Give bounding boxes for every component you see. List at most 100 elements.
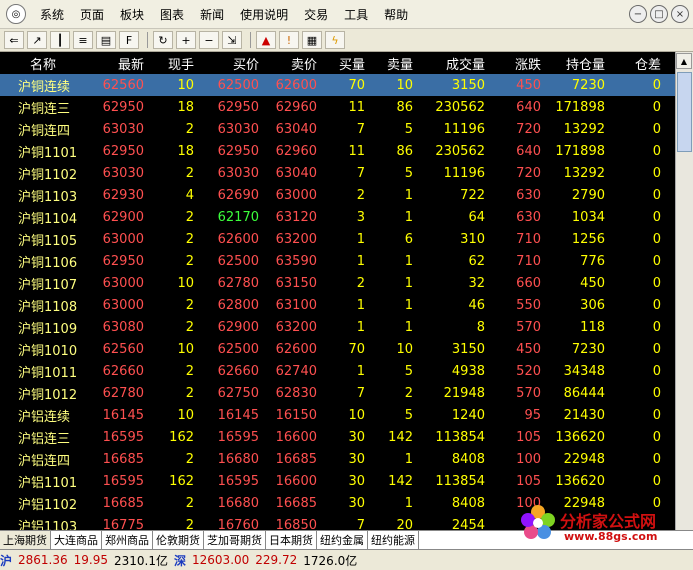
tab-dalian[interactable]: 大连商品 xyxy=(51,531,102,549)
cell-vol: 2 xyxy=(185,517,194,531)
candle-chart-icon[interactable]: ┃ xyxy=(50,31,70,49)
cell-last: 63030 xyxy=(102,165,144,181)
table-row[interactable]: 沪铜1106 62950 2 62500 63590 1 1 62 710 776 0 xyxy=(0,250,675,272)
vertical-scrollbar[interactable]: ▲ xyxy=(675,52,693,530)
cell-oi: 118 xyxy=(580,319,605,335)
table-row[interactable]: 沪铜1101 62950 18 62950 62960 11 86 230562 640 1718… xyxy=(0,140,675,162)
close-icon[interactable]: × xyxy=(671,5,689,23)
table-row[interactable]: 沪铝连四 16685 2 16680 16685 30 1 8408 100 22948 0 xyxy=(0,448,675,470)
table-row[interactable]: 沪铝连续 16145 10 16145 16150 10 5 1240 95 21430 0 xyxy=(0,404,675,426)
cell-oid: 0 xyxy=(652,385,661,401)
report-icon[interactable]: ▤ xyxy=(96,31,116,49)
table-row[interactable]: 沪铜连续 62560 10 62500 62600 70 10 3150 450 7230 0 xyxy=(0,74,675,96)
cell-last: 62780 xyxy=(102,385,144,401)
cell-bq: 30 xyxy=(348,495,365,511)
tab-london[interactable]: 伦敦期货 xyxy=(153,531,204,549)
menu-chart[interactable]: 图表 xyxy=(152,6,192,23)
cell-bq: 30 xyxy=(348,429,365,445)
f10-icon[interactable]: F xyxy=(119,31,139,49)
col-open-interest[interactable]: 持仓量 xyxy=(545,54,609,73)
line-chart-icon[interactable]: ↗ xyxy=(27,31,47,49)
table-row[interactable]: 沪铜1102 63030 2 63030 63040 7 5 11196 720 13292 0 xyxy=(0,162,675,184)
table-row[interactable]: 沪铜1105 63000 2 62600 63200 1 6 310 710 1256 0 xyxy=(0,228,675,250)
col-bid-qty[interactable]: 买量 xyxy=(321,54,369,73)
table-row[interactable]: 沪铜1012 62780 2 62750 62830 7 2 21948 570 86444 0 xyxy=(0,382,675,404)
back-icon[interactable]: ⇐ xyxy=(4,31,24,49)
table-row[interactable]: 沪铝连三 16595 162 16595 16600 30 142 113854 105 1366… xyxy=(0,426,675,448)
cell-chg: 640 xyxy=(516,99,541,115)
tab-japan[interactable]: 日本期货 xyxy=(266,531,317,549)
cell-tv: 2454 xyxy=(451,517,485,531)
table-row[interactable]: 沪铝1101 16595 162 16595 16600 30 142 113854 105 13… xyxy=(0,470,675,492)
col-ask-qty[interactable]: 卖量 xyxy=(369,54,417,73)
list-icon[interactable]: ≡ xyxy=(73,31,93,49)
table-row[interactable]: 沪铜连三 62950 18 62950 62960 11 86 230562 640 171898… xyxy=(0,96,675,118)
table-row[interactable]: 沪铜1104 62900 2 62170 63120 3 1 64 630 1034 0 xyxy=(0,206,675,228)
menu-trade[interactable]: 交易 xyxy=(296,6,336,23)
scroll-up-icon[interactable]: ▲ xyxy=(676,53,692,69)
col-oi-change[interactable]: 仓差 xyxy=(609,54,665,73)
app-logo-icon[interactable]: ◎ xyxy=(6,4,26,24)
cell-oi: 34348 xyxy=(563,363,605,379)
zoom-in-icon[interactable]: + xyxy=(176,31,196,49)
menu-page[interactable]: 页面 xyxy=(72,6,112,23)
menu-news[interactable]: 新闻 xyxy=(192,6,232,23)
cell-vol: 2 xyxy=(185,121,194,137)
col-bid[interactable]: 买价 xyxy=(198,54,263,73)
cell-aq: 142 xyxy=(388,473,413,489)
table-row[interactable]: 沪铜1108 63000 2 62800 63100 1 1 46 550 306 0 xyxy=(0,294,675,316)
cell-vol: 2 xyxy=(185,231,194,247)
menu-system[interactable]: 系统 xyxy=(32,6,72,23)
refresh-icon[interactable]: ↻ xyxy=(153,31,173,49)
col-last[interactable]: 最新 xyxy=(90,54,148,73)
tab-ny-metals[interactable]: 纽约金属 xyxy=(317,531,368,549)
cell-aq: 2 xyxy=(404,385,413,401)
scroll-thumb[interactable] xyxy=(677,72,692,152)
watermark-text: 分析家公式网 xyxy=(560,512,657,531)
cell-last: 62930 xyxy=(102,187,144,203)
tab-zhengzhou[interactable]: 郑州商品 xyxy=(102,531,153,549)
cell-vol: 18 xyxy=(177,143,194,159)
alarm-icon[interactable]: ▲ xyxy=(256,31,276,49)
table-row[interactable]: 沪铜1103 62930 4 62690 63000 2 1 722 630 2790 0 xyxy=(0,184,675,206)
col-volume[interactable]: 现手 xyxy=(148,54,198,73)
restore-icon[interactable]: □ xyxy=(650,5,668,23)
menu-manual[interactable]: 使用说明 xyxy=(232,6,296,23)
cell-aq: 1 xyxy=(404,319,413,335)
zoom-out-icon[interactable]: − xyxy=(199,31,219,49)
tab-chicago[interactable]: 芝加哥期货 xyxy=(204,531,266,549)
tab-ny-energy[interactable]: 纽约能源 xyxy=(368,531,419,549)
cell-last: 62950 xyxy=(102,253,144,269)
cell-vol: 10 xyxy=(177,341,194,357)
grid-icon[interactable]: ▦ xyxy=(302,31,322,49)
cell-bq: 1 xyxy=(356,363,365,379)
flash-icon[interactable]: ϟ xyxy=(325,31,345,49)
cell-chg: 520 xyxy=(516,363,541,379)
cell-last: 62950 xyxy=(102,143,144,159)
col-name[interactable]: 名称 xyxy=(0,54,90,73)
cell-aq: 10 xyxy=(396,77,413,93)
cell-chg: 720 xyxy=(516,121,541,137)
col-change[interactable]: 涨跌 xyxy=(489,54,545,73)
table-row[interactable]: 沪铜1011 62660 2 62660 62740 1 5 4938 520 34348 0 xyxy=(0,360,675,382)
menu-help[interactable]: 帮助 xyxy=(376,6,416,23)
col-total-volume[interactable]: 成交量 xyxy=(417,54,489,73)
minimize-icon[interactable]: − xyxy=(629,5,647,23)
table-row[interactable]: 沪铜1109 63080 2 62900 63200 1 1 8 570 118 0 xyxy=(0,316,675,338)
menu-tools[interactable]: 工具 xyxy=(336,6,376,23)
export-icon[interactable]: ⇲ xyxy=(222,31,242,49)
cell-ask: 63040 xyxy=(275,121,317,137)
table-header: 名称 最新 现手 买价 卖价 买量 卖量 成交量 涨跌 持仓量 仓差 xyxy=(0,52,675,74)
table-row[interactable]: 沪铜连四 63030 2 63030 63040 7 5 11196 720 13292 0 xyxy=(0,118,675,140)
tab-shanghai-futures[interactable]: 上海期货 xyxy=(0,531,51,549)
table-row[interactable]: 沪铜1107 63000 10 62780 63150 2 1 32 660 450 0 xyxy=(0,272,675,294)
warning-icon[interactable]: ! xyxy=(279,31,299,49)
menu-sector[interactable]: 板块 xyxy=(112,6,152,23)
table-row[interactable]: 沪铜1010 62560 10 62500 62600 70 10 3150 450 7230 0 xyxy=(0,338,675,360)
cell-oid: 0 xyxy=(652,99,661,115)
cell-oi: 7230 xyxy=(571,341,605,357)
cell-vol: 2 xyxy=(185,385,194,401)
cell-aq: 86 xyxy=(396,99,413,115)
cell-name: 沪铝1102 xyxy=(18,497,78,513)
col-ask[interactable]: 卖价 xyxy=(263,54,321,73)
